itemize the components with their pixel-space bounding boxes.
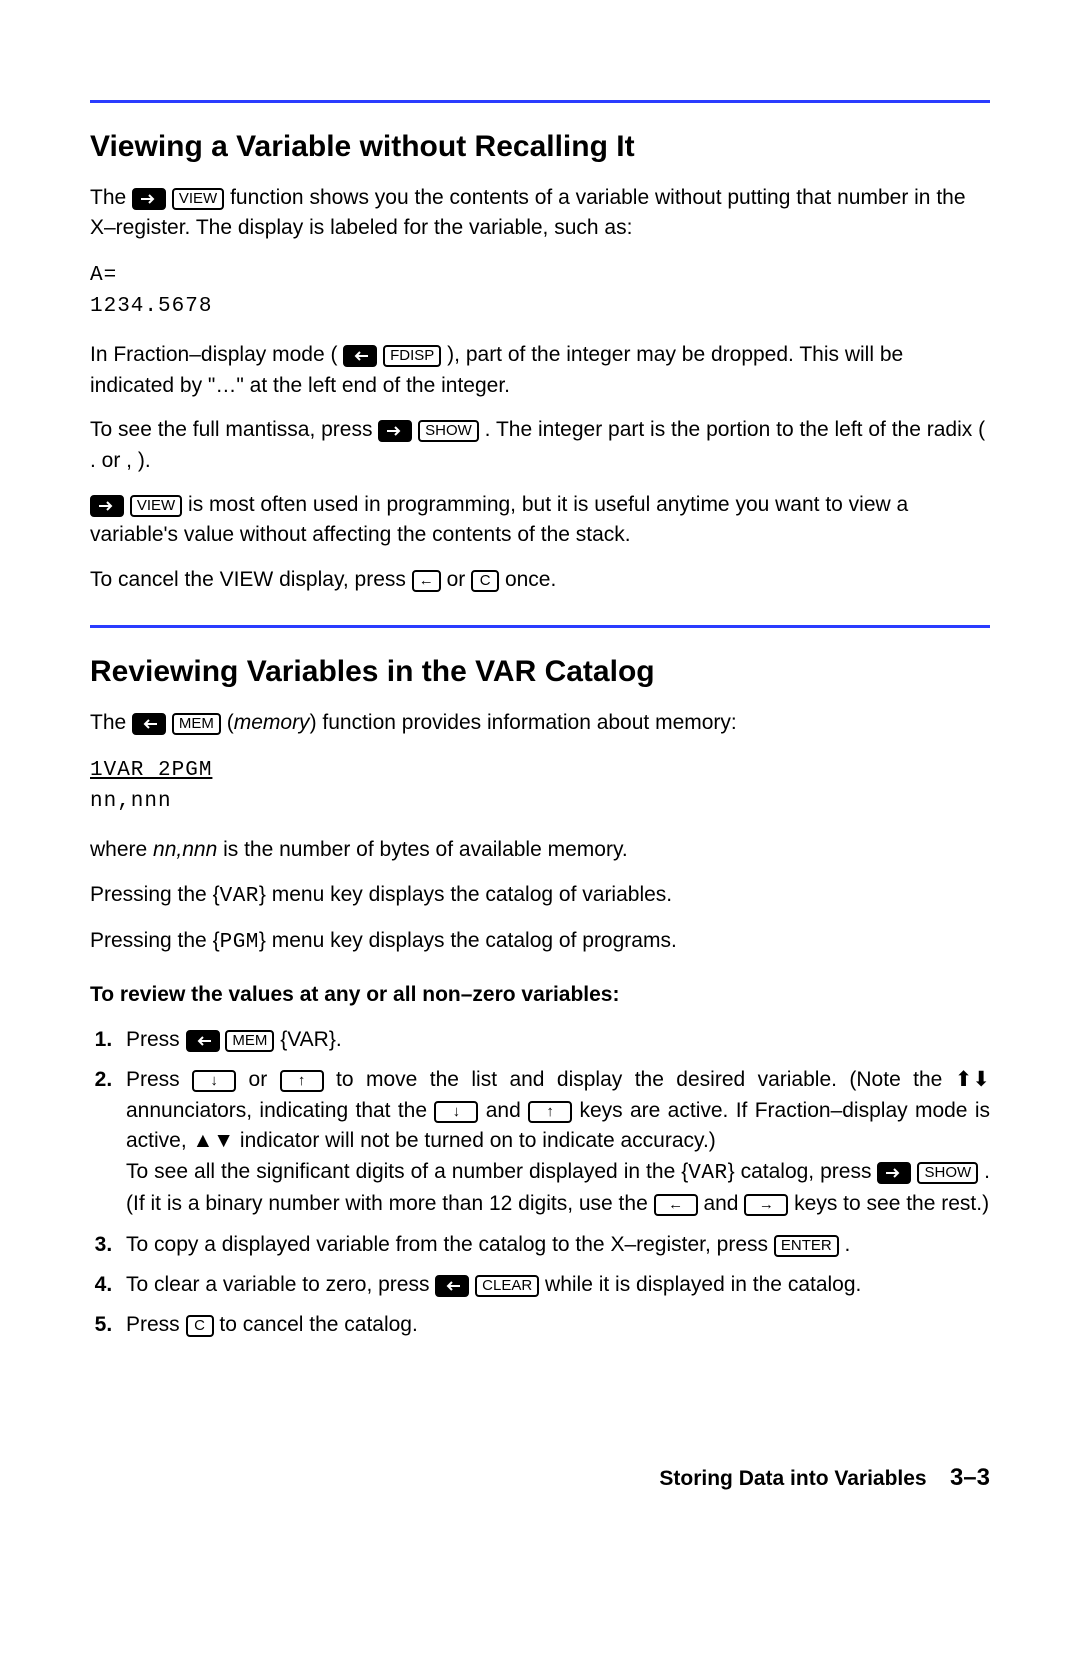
list-item: To copy a displayed variable from the ca… bbox=[118, 1230, 990, 1260]
view-key: VIEW bbox=[130, 495, 182, 517]
paragraph: In Fraction–display mode ( FDISP ), part… bbox=[90, 340, 990, 401]
text: once. bbox=[505, 568, 556, 591]
text: is the number of bytes of available memo… bbox=[217, 838, 627, 861]
text: and bbox=[486, 1099, 528, 1122]
text: } menu key displays the catalog of progr… bbox=[259, 929, 677, 952]
page-number: 3–3 bbox=[950, 1464, 990, 1491]
enter-key: ENTER bbox=[774, 1235, 839, 1257]
shift-right-icon bbox=[877, 1162, 911, 1184]
text: and bbox=[703, 1192, 744, 1215]
text: is most often used in programming, but i… bbox=[90, 493, 908, 546]
text: To copy a displayed variable from the ca… bbox=[126, 1233, 774, 1256]
right-key: → bbox=[744, 1194, 788, 1216]
text: {VAR}. bbox=[280, 1028, 341, 1051]
show-key: SHOW bbox=[418, 420, 479, 442]
paragraph: To see the full mantissa, press SHOW . T… bbox=[90, 415, 990, 476]
divider bbox=[90, 625, 990, 628]
display-line: 1234.5678 bbox=[90, 292, 990, 322]
up-down-annunciator-icon: ⬆⬇ bbox=[955, 1068, 990, 1091]
display-line: A= bbox=[90, 261, 990, 291]
paragraph: VIEW is most often used in programming, … bbox=[90, 490, 990, 551]
paragraph: To cancel the VIEW display, press ← or C… bbox=[90, 565, 990, 595]
text: The bbox=[90, 186, 132, 209]
text: . bbox=[845, 1233, 851, 1256]
shift-left-icon bbox=[186, 1030, 220, 1052]
text: while it is displayed in the catalog. bbox=[545, 1273, 861, 1296]
chapter-title: Storing Data into Variables bbox=[659, 1467, 926, 1490]
list-item: Press ↓ or ↑ to move the list and displa… bbox=[118, 1065, 990, 1219]
shift-right-icon bbox=[132, 188, 166, 210]
text: ) function provides information about me… bbox=[310, 711, 737, 734]
display-example: A= 1234.5678 bbox=[90, 261, 990, 322]
text: ( bbox=[227, 711, 234, 734]
list-item: Press C to cancel the catalog. bbox=[118, 1310, 990, 1340]
back-key: ← bbox=[412, 570, 441, 592]
text: To see the full mantissa, press bbox=[90, 418, 378, 441]
divider bbox=[90, 100, 990, 103]
display-example: 1VAR 2PGM nn,nnn bbox=[90, 756, 990, 817]
mem-key: MEM bbox=[172, 713, 221, 735]
text: To clear a variable to zero, press bbox=[126, 1273, 435, 1296]
down-key: ↓ bbox=[192, 1070, 236, 1092]
paragraph: The MEM (memory) function provides infor… bbox=[90, 708, 990, 738]
text: To cancel the VIEW display, press bbox=[90, 568, 412, 591]
shift-left-icon bbox=[435, 1275, 469, 1297]
text: where bbox=[90, 838, 153, 861]
left-key: ← bbox=[654, 1194, 698, 1216]
shift-right-icon bbox=[90, 495, 124, 517]
show-key: SHOW bbox=[917, 1162, 978, 1184]
text: } catalog, press bbox=[728, 1160, 878, 1183]
shift-left-icon bbox=[343, 345, 377, 367]
text: keys to see the rest.) bbox=[794, 1192, 989, 1215]
text: VAR bbox=[220, 885, 259, 908]
text: nn,nnn bbox=[153, 838, 217, 861]
display-line: nn,nnn bbox=[90, 787, 990, 817]
text: To see all the significant digits of a n… bbox=[126, 1160, 688, 1183]
c-key: C bbox=[471, 570, 499, 592]
clear-key: CLEAR bbox=[475, 1275, 539, 1297]
text: to cancel the catalog. bbox=[219, 1313, 417, 1336]
page-footer: Storing Data into Variables 3–3 bbox=[90, 1461, 990, 1496]
text: or bbox=[447, 568, 472, 591]
text: Pressing the { bbox=[90, 883, 220, 906]
up-key: ↑ bbox=[280, 1070, 324, 1092]
section-heading-reviewing: Reviewing Variables in the VAR Catalog bbox=[90, 650, 990, 694]
up-key: ↑ bbox=[528, 1101, 572, 1123]
text: PGM bbox=[220, 931, 259, 954]
paragraph: The VIEW function shows you the contents… bbox=[90, 183, 990, 244]
list-item: To clear a variable to zero, press CLEAR… bbox=[118, 1270, 990, 1300]
display-line: 1VAR 2PGM bbox=[90, 756, 990, 786]
fdisp-key: FDISP bbox=[383, 345, 441, 367]
paragraph: where nn,nnn is the number of bytes of a… bbox=[90, 835, 990, 865]
text: memory bbox=[234, 711, 310, 734]
paragraph: Pressing the {PGM} menu key displays the… bbox=[90, 926, 990, 958]
text: to move the list and display the desired… bbox=[336, 1068, 955, 1091]
down-key: ↓ bbox=[434, 1101, 478, 1123]
list-item: Press MEM {VAR}. bbox=[118, 1025, 990, 1055]
section-heading-viewing: Viewing a Variable without Recalling It bbox=[90, 125, 990, 169]
paragraph: Pressing the {VAR} menu key displays the… bbox=[90, 880, 990, 912]
text: Press bbox=[126, 1068, 192, 1091]
subheading: To review the values at any or all non–z… bbox=[90, 980, 990, 1010]
mem-key: MEM bbox=[225, 1030, 274, 1052]
text: or bbox=[249, 1068, 280, 1091]
text: Press bbox=[126, 1028, 186, 1051]
view-key: VIEW bbox=[172, 188, 224, 210]
shift-right-icon bbox=[378, 420, 412, 442]
text: Pressing the { bbox=[90, 929, 220, 952]
text: Press bbox=[126, 1313, 186, 1336]
shift-left-icon bbox=[132, 713, 166, 735]
instruction-list: Press MEM {VAR}. Press ↓ or ↑ to move th… bbox=[90, 1025, 990, 1341]
text: The bbox=[90, 711, 132, 734]
text: annunciators, indicating that the bbox=[126, 1099, 434, 1122]
text: In Fraction–display mode ( bbox=[90, 343, 337, 366]
text: } menu key displays the catalog of varia… bbox=[259, 883, 672, 906]
text: VAR bbox=[688, 1162, 727, 1185]
c-key: C bbox=[186, 1315, 214, 1337]
